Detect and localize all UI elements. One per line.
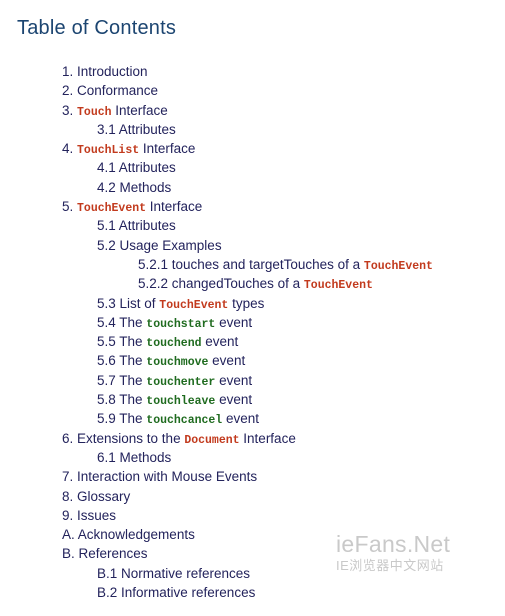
toc-entry-label: event [215, 314, 253, 330]
inline-code-event-name: touchleave [146, 395, 216, 409]
toc-entry-label: 5.9 The [97, 411, 147, 427]
inline-code-identifier: Touch [77, 105, 112, 119]
toc-entry[interactable]: 5.4 The touchstart event [0, 313, 505, 332]
toc-entry-label: 5.4 The [97, 314, 147, 330]
toc-entry-label: types [228, 295, 265, 311]
toc-entry-label: 7. Interaction with Mouse Events [62, 469, 258, 485]
toc-entry[interactable]: 5.2.1 touches and targetTouches of a Tou… [0, 255, 505, 274]
toc-entry-label: 5.7 The [97, 372, 147, 388]
inline-code-identifier: Document [184, 433, 240, 447]
toc-entry-label: 6.1 Methods [97, 449, 172, 465]
toc-entry-label: 5.6 The [97, 353, 147, 369]
inline-code-identifier: TouchEvent [363, 259, 433, 273]
toc-entry-label: Interface [139, 141, 196, 157]
toc-entry-label: event [215, 392, 253, 408]
toc-entry[interactable]: 4. TouchList Interface [0, 139, 505, 158]
toc-entry-label: 3.1 Attributes [97, 121, 176, 137]
toc-entry[interactable]: 5.1 Attributes [0, 216, 505, 235]
toc-entry-label: Interface [239, 430, 296, 446]
toc-entry-label: event [208, 353, 246, 369]
toc-entry-label: 2. Conformance [62, 83, 159, 99]
inline-code-event-name: touchmove [146, 356, 209, 370]
toc-entry[interactable]: 5.5 The touchend event [0, 332, 505, 351]
toc-entry[interactable]: 8. Glossary [0, 487, 505, 506]
site-watermark: ieFans.Net IE浏览器中文网站 [336, 531, 450, 574]
toc-entry[interactable]: 5.2 Usage Examples [0, 236, 505, 255]
inline-code-identifier: TouchEvent [159, 298, 229, 312]
toc-entry-label: 6. Extensions to the [62, 430, 185, 446]
toc-entry-label: 5.2 Usage Examples [97, 237, 222, 253]
toc-entry[interactable]: 5.7 The touchenter event [0, 371, 505, 390]
toc-entry[interactable]: 5.6 The touchmove event [0, 351, 505, 370]
inline-code-event-name: touchcancel [146, 414, 223, 428]
toc-entry[interactable]: 3. Touch Interface [0, 101, 505, 120]
toc-entry[interactable]: 3.1 Attributes [0, 120, 505, 139]
toc-entry-label: Interface [146, 199, 203, 215]
toc-entry-label: Interface [111, 102, 168, 118]
toc-entry-label: 5.3 List of [97, 295, 160, 311]
toc-entry-label: 9. Issues [62, 507, 117, 523]
toc-entry-label: 3. [62, 102, 78, 118]
toc-entry[interactable]: 2. Conformance [0, 81, 505, 100]
toc-entry[interactable]: B.2 Informative references [0, 583, 505, 602]
watermark-main-text: ieFans.Net [336, 531, 451, 557]
toc-entry-label: 5.2.1 touches and targetTouches of a [138, 256, 364, 272]
toc-entry-label: 4. [62, 141, 78, 157]
page-title: Table of Contents [17, 17, 177, 39]
toc-entry-label: A. Acknowledgements [62, 527, 195, 543]
toc-entry-label: B.1 Normative references [97, 565, 251, 581]
toc-entry-label: 5. [62, 199, 78, 215]
toc-entry-label: event [215, 372, 253, 388]
table-of-contents-list: 1. Introduction 2. Conformance 3. Touch In… [0, 62, 505, 602]
toc-entry[interactable]: 5.3 List of TouchEvent types [0, 294, 505, 313]
inline-code-event-name: touchenter [146, 375, 216, 389]
inline-code-identifier: TouchEvent [303, 279, 373, 293]
toc-entry[interactable]: 5.9 The touchcancel event [0, 409, 505, 428]
toc-entry-label: 8. Glossary [62, 488, 131, 504]
toc-entry[interactable]: 5.8 The touchleave event [0, 390, 505, 409]
toc-entry-label: 5.8 The [97, 392, 147, 408]
toc-entry[interactable]: 1. Introduction [0, 62, 505, 81]
toc-entry-label: 5.5 The [97, 334, 147, 350]
toc-entry[interactable]: 9. Issues [0, 506, 505, 525]
toc-entry[interactable]: 5. TouchEvent Interface [0, 197, 505, 216]
toc-entry-label: 4.1 Attributes [97, 160, 176, 176]
toc-entry[interactable]: 5.2.2 changedTouches of a TouchEvent [0, 274, 505, 293]
toc-entry-label: 5.1 Attributes [97, 218, 176, 234]
toc-entry-label: 5.2.2 changedTouches of a [138, 276, 304, 292]
toc-entry[interactable]: 4.1 Attributes [0, 158, 505, 177]
toc-entry[interactable]: 4.2 Methods [0, 178, 505, 197]
inline-code-event-name: touchstart [146, 317, 216, 331]
inline-code-identifier: TouchEvent [77, 202, 147, 216]
inline-code-identifier: TouchList [77, 144, 140, 158]
toc-entry[interactable]: 6.1 Methods [0, 448, 505, 467]
toc-entry-label: event [201, 334, 239, 350]
watermark-sub-text: IE浏览器中文网站 [336, 558, 444, 573]
toc-entry[interactable]: 6. Extensions to the Document Interface [0, 429, 505, 448]
toc-entry-label: B. References [62, 546, 148, 562]
inline-code-event-name: touchend [146, 337, 202, 351]
toc-entry[interactable]: 7. Interaction with Mouse Events [0, 467, 505, 486]
toc-entry-label: 4.2 Methods [97, 179, 172, 195]
toc-entry-label: 1. Introduction [62, 64, 148, 79]
toc-entry-label: B.2 Informative references [97, 585, 256, 601]
toc-entry-label: event [222, 411, 259, 427]
